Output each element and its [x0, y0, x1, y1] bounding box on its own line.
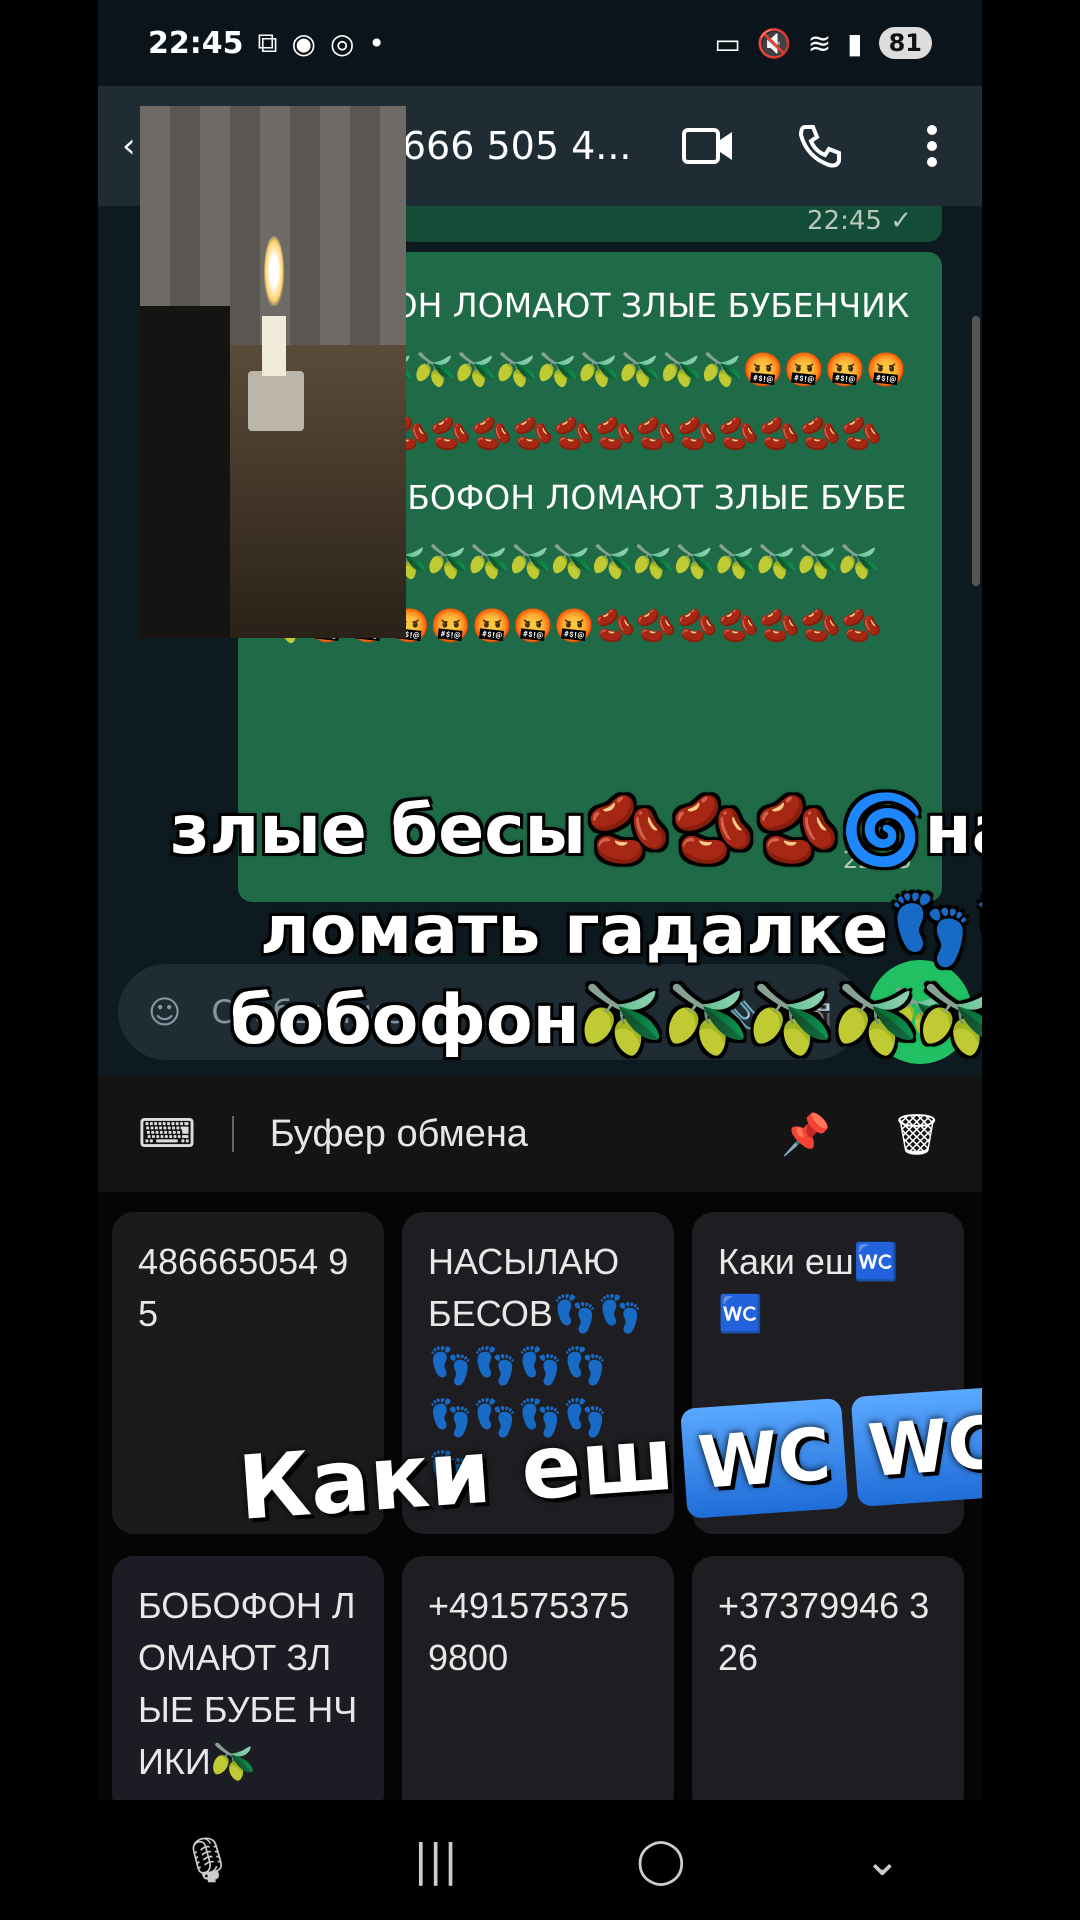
clipboard-title: Буфер обмена: [269, 1112, 528, 1155]
clipboard-item[interactable]: БОБОФОН ЛОМАЮТ ЗЛЫЕ БУБЕ НЧИКИ🫒: [112, 1556, 384, 1800]
messenger-icon: ◎: [329, 26, 355, 60]
trash-icon[interactable]: 🗑: [891, 1111, 942, 1158]
phone-screen: 22:45 ⧉ ◉ ◎ • ▭ 🔇 ≋ ▮ 81 ‹ 8 666 505 4..…: [98, 0, 982, 1800]
mic-icon[interactable]: 🎙: [179, 1834, 235, 1886]
chat-scrollbar[interactable]: [972, 316, 980, 586]
status-right: ▭ 🔇 ≋ ▮ 81: [714, 27, 932, 60]
wifi-icon: ≋: [807, 26, 832, 60]
phone-icon: [798, 125, 841, 168]
caption-line-1: злые бесы🫘🫘🫘🌀начали: [170, 791, 982, 870]
more-options-button[interactable]: [906, 120, 958, 172]
caption-line-3: бобофон🫒🫒🫒🫒🫒: [230, 981, 982, 1060]
previous-message-bubble[interactable]: 22:45 ✓: [398, 206, 942, 242]
kebab-menu-icon: [927, 125, 937, 167]
divider: [231, 1116, 234, 1152]
clipboard-header: ⌨ Буфер обмена 📌 🗑: [98, 1076, 982, 1192]
home-icon[interactable]: ◯: [636, 1835, 685, 1886]
dot-icon: •: [368, 26, 385, 60]
clipboard-item[interactable]: +37379946 326: [692, 1556, 964, 1800]
wc-badge: WC: [680, 1397, 849, 1519]
screenshot-icon: ⧉: [257, 26, 278, 59]
video-curtain: [140, 306, 230, 638]
video-overlay[interactable]: [140, 106, 406, 638]
status-bar: 22:45 ⧉ ◉ ◎ • ▭ 🔇 ≋ ▮ 81: [98, 0, 982, 86]
voice-call-button[interactable]: [794, 120, 846, 172]
messenger-app-icon: ◉: [291, 26, 316, 60]
keyboard-icon[interactable]: ⌨: [138, 1111, 196, 1157]
candle: [262, 316, 286, 376]
cast-icon: ▭: [714, 26, 741, 60]
caption-line-2: ломать гадалке👣👣👣: [260, 891, 982, 970]
video-camera-icon: [682, 128, 732, 164]
pin-icon[interactable]: 📌: [781, 1111, 831, 1158]
mute-icon: 🔇: [756, 26, 792, 60]
battery-indicator: 81: [878, 27, 932, 59]
emoji-icon[interactable]: ☺: [148, 993, 181, 1031]
signal-icon: ▮: [847, 26, 863, 60]
recents-icon[interactable]: |||: [413, 1835, 457, 1886]
status-time: 22:45: [148, 25, 244, 61]
navigation-bar: 🎙 ||| ◯ ⌄: [0, 1800, 1080, 1920]
previous-message-time: 22:45 ✓: [807, 206, 912, 236]
video-call-button[interactable]: [682, 120, 734, 172]
wc-badge: WC: [850, 1386, 982, 1508]
back-icon[interactable]: ‹: [122, 126, 136, 166]
candle-flame: [264, 236, 284, 306]
candle-holder: [248, 371, 304, 431]
clipboard-item[interactable]: +491575375 9800: [402, 1556, 674, 1800]
chevron-down-icon[interactable]: ⌄: [864, 1835, 901, 1886]
